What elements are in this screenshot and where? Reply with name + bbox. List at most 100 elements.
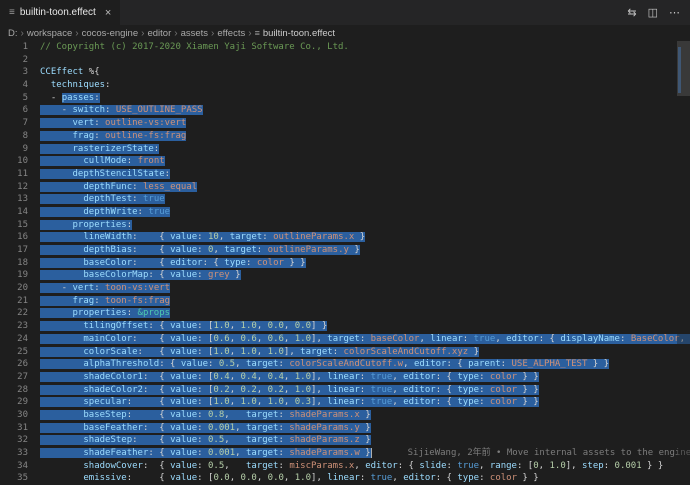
text-cursor — [371, 448, 372, 458]
code-text: mainColor: { value: [0.6, 0.6, 0.6, 1.0]… — [40, 333, 690, 346]
selection-highlight: tilingOffset: { value: [1.0, 1.0, 0.0, 0… — [40, 321, 327, 331]
breadcrumb-item[interactable]: D: — [8, 28, 18, 39]
line-number: 28 — [0, 384, 28, 397]
code-text: depthStencilState: — [40, 168, 170, 181]
line-number: 20 — [0, 282, 28, 295]
more-actions-icon[interactable]: ⋯ — [669, 6, 680, 19]
code-text: depthTest: true — [40, 193, 165, 206]
selection-highlight: depthBias: { value: 0, target: outlinePa… — [40, 245, 360, 255]
selection-highlight: cullMode: front — [40, 156, 165, 166]
selection-highlight: properties: &props — [40, 308, 170, 318]
code-text: shadowCover: { value: 0.5, target: miscP… — [40, 460, 663, 473]
line-number: 30 — [0, 409, 28, 422]
breadcrumb-item[interactable]: builtin-toon.effect — [263, 28, 335, 39]
code-line: 23 tilingOffset: { value: [1.0, 1.0, 0.0… — [0, 320, 690, 333]
line-number: 6 — [0, 104, 28, 117]
code-editor[interactable]: 1// Copyright (c) 2017-2020 Xiamen Yaji … — [0, 41, 690, 485]
code-line: 21 frag: toon-fs:frag — [0, 295, 690, 308]
line-number: 13 — [0, 193, 28, 206]
code-text: frag: outline-fs:frag — [40, 130, 186, 143]
code-line: 25 colorScale: { value: [1.0, 1.0, 1.0],… — [0, 346, 690, 359]
line-number: 9 — [0, 143, 28, 156]
code-line: 35 emissive: { value: [0.0, 0.0, 0.0, 1.… — [0, 472, 690, 485]
line-number: 27 — [0, 371, 28, 384]
line-number: 29 — [0, 396, 28, 409]
code-text: properties: &props — [40, 307, 170, 320]
selection-highlight: lineWidth: { value: 10, target: outlineP… — [40, 232, 365, 242]
breadcrumb-item[interactable]: cocos-engine — [82, 28, 139, 39]
line-number: 35 — [0, 472, 28, 485]
code-text: baseStep: { value: 0.8, target: shadePar… — [40, 409, 371, 422]
selection-highlight: baseStep: { value: 0.8, target: shadePar… — [40, 410, 371, 420]
vertical-scrollbar[interactable] — [677, 41, 690, 485]
code-text: - passes: — [40, 92, 100, 105]
line-number: 12 — [0, 181, 28, 194]
code-text: depthFunc: less_equal — [40, 181, 197, 194]
code-line: 2 — [0, 54, 690, 67]
line-number: 10 — [0, 155, 28, 168]
line-number: 22 — [0, 307, 28, 320]
line-number: 24 — [0, 333, 28, 346]
selection-highlight: depthStencilState: — [40, 169, 170, 179]
code-text: baseColorMap: { value: grey } — [40, 269, 241, 282]
line-number: 21 — [0, 295, 28, 308]
code-text: frag: toon-fs:frag — [40, 295, 170, 308]
code-line: 7 vert: outline-vs:vert — [0, 117, 690, 130]
line-number: 17 — [0, 244, 28, 257]
code-line: 5 - passes: — [0, 92, 690, 105]
scrollbar-thumb[interactable] — [677, 41, 690, 96]
code-line: 4 techniques: — [0, 79, 690, 92]
chevron-right-icon: › — [211, 28, 214, 39]
breadcrumb-item[interactable]: effects — [217, 28, 245, 39]
line-number: 26 — [0, 358, 28, 371]
line-number: 3 — [0, 66, 28, 79]
file-icon: ≡ — [255, 28, 260, 38]
code-line: 3 CCEffect %{ — [0, 66, 690, 79]
code-line: 28 shadeColor2: { value: [0.2, 0.2, 0.2,… — [0, 384, 690, 397]
line-number: 33 — [0, 447, 28, 460]
line-number: 32 — [0, 434, 28, 447]
code-text: CCEffect %{ — [40, 66, 100, 79]
line-number: 19 — [0, 269, 28, 282]
vscode-window: ≡ builtin-toon.effect × ⇆ ◫ ⋯ D:›workspa… — [0, 0, 690, 485]
code-line: 17 depthBias: { value: 0, target: outlin… — [0, 244, 690, 257]
code-line: 11 depthStencilState: — [0, 168, 690, 181]
open-changes-icon[interactable]: ⇆ — [627, 6, 636, 19]
selection-highlight: alphaThreshold: { value: 0.5, target: co… — [40, 359, 609, 369]
code-line: 13 depthTest: true — [0, 193, 690, 206]
code-text: baseColor: { editor: { type: color } } — [40, 257, 306, 270]
selection-highlight: depthFunc: less_equal — [40, 182, 197, 192]
breadcrumb-item[interactable]: assets — [181, 28, 208, 39]
close-tab-icon[interactable]: × — [105, 7, 111, 19]
line-number: 11 — [0, 168, 28, 181]
code-text: rasterizerState: — [40, 143, 159, 156]
tab-bar: ≡ builtin-toon.effect × ⇆ ◫ ⋯ — [0, 0, 690, 25]
code-line: 26 alphaThreshold: { value: 0.5, target:… — [0, 358, 690, 371]
selection-highlight: depthWrite: true — [40, 207, 170, 217]
code-text: shadeColor1: { value: [0.4, 0.4, 0.4, 1.… — [40, 371, 539, 384]
selection-highlight: specular: { value: [1.0, 1.0, 1.0, 0.3],… — [40, 397, 539, 407]
code-text: shadeStep: { value: 0.5, target: shadePa… — [40, 434, 371, 447]
tab-builtin-toon-effect[interactable]: ≡ builtin-toon.effect × — [0, 0, 120, 25]
code-line: 20 - vert: toon-vs:vert — [0, 282, 690, 295]
code-line: 9 rasterizerState: — [0, 143, 690, 156]
line-number: 16 — [0, 231, 28, 244]
breadcrumb-item[interactable]: workspace — [27, 28, 72, 39]
line-number: 31 — [0, 422, 28, 435]
line-number: 34 — [0, 460, 28, 473]
selection-highlight: baseFeather: { value: 0.001, target: sha… — [40, 423, 371, 433]
tab-label: builtin-toon.effect — [20, 7, 96, 18]
split-editor-icon[interactable]: ◫ — [648, 6, 658, 19]
breadcrumb-item[interactable]: editor — [147, 28, 171, 39]
code-line: 1// Copyright (c) 2017-2020 Xiamen Yaji … — [0, 41, 690, 54]
code-line: 19 baseColorMap: { value: grey } — [0, 269, 690, 282]
code-text: - vert: toon-vs:vert — [40, 282, 170, 295]
git-blame-annotation: SijieWang, 2年前 • Move internal assets to… — [408, 448, 690, 458]
selection-highlight: frag: outline-fs:frag — [40, 131, 186, 141]
code-line: 8 frag: outline-fs:frag — [0, 130, 690, 143]
code-text: shadeColor2: { value: [0.2, 0.2, 0.2, 1.… — [40, 384, 539, 397]
chevron-right-icon: › — [21, 28, 24, 39]
line-number: 25 — [0, 346, 28, 359]
code-line: 22 properties: &props — [0, 307, 690, 320]
code-line: 30 baseStep: { value: 0.8, target: shade… — [0, 409, 690, 422]
